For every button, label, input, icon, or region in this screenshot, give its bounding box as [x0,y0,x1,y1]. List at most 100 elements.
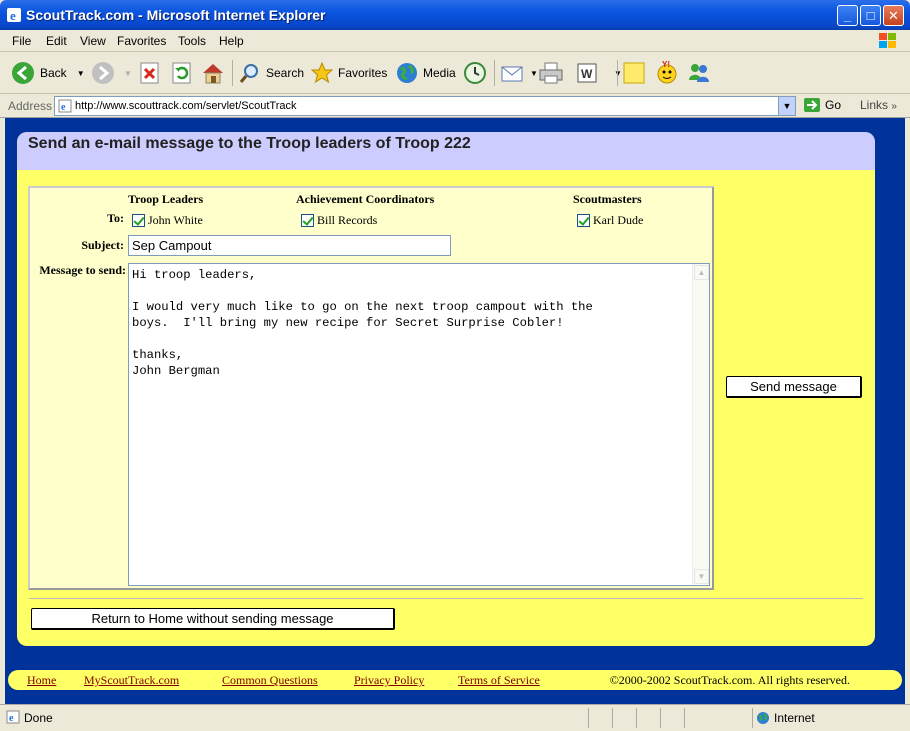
status-text: Done [24,711,53,725]
svg-text:e: e [10,8,16,23]
discuss-button[interactable] [622,60,650,86]
footer-link-privacy-policy[interactable]: Privacy Policy [354,673,424,688]
status-divider [660,708,661,728]
message-scrollbar[interactable]: ▲ ▼ [692,264,709,585]
message-body: Hi troop leaders, I would very much like… [132,268,593,378]
back-dropdown-icon[interactable]: ▼ [77,69,85,78]
address-bar: Address e http://www.scouttrack.com/serv… [0,94,910,118]
internet-globe-icon [757,712,769,724]
address-input[interactable]: e http://www.scouttrack.com/servlet/Scou… [54,96,796,116]
page-viewport: Send an e-mail message to the Troop lead… [5,118,905,704]
footer-link-terms-of-service[interactable]: Terms of Service [458,673,540,688]
divider [29,598,863,599]
edit-button[interactable]: W ▼ [576,60,622,86]
menu-edit[interactable]: Edit [46,34,67,48]
footer-link-home[interactable]: Home [27,673,56,688]
go-button[interactable]: Go [803,97,841,113]
return-home-button[interactable]: Return to Home without sending message [31,608,395,630]
to-label: To: [107,211,124,225]
windows-flag-icon [879,33,896,48]
chevron-right-icon: » [891,101,897,112]
mail-icon [501,66,523,82]
ie-logo-icon: e [7,8,21,23]
history-button[interactable] [462,60,492,86]
scroll-down-icon[interactable]: ▼ [694,569,709,584]
svg-text:W: W [581,67,593,81]
msn-messenger-button[interactable] [686,60,716,86]
window-titlebar: e ScoutTrack.com - Microsoft Internet Ex… [0,0,910,30]
media-button[interactable]: Media [395,60,456,86]
column-scoutmasters: Scoutmasters [573,192,642,206]
star-icon [310,61,334,84]
menu-tools[interactable]: Tools [178,34,206,48]
subject-input[interactable]: Sep Campout [128,235,451,256]
message-textarea[interactable]: Hi troop leaders, I would very much like… [128,263,710,586]
mail-dropdown-icon[interactable]: ▼ [530,69,538,78]
menu-file[interactable]: File [12,34,31,48]
email-card: Send an e-mail message to the Troop lead… [17,132,875,646]
recipient-bill-records[interactable]: Bill Records [301,213,377,228]
scroll-up-icon[interactable]: ▲ [694,265,709,280]
footer-link-myscouttrack[interactable]: MyScoutTrack.com [84,673,179,688]
msn-buddies-icon [689,64,709,82]
home-button[interactable] [200,60,230,86]
address-url: http://www.scouttrack.com/servlet/ScoutT… [75,100,297,112]
back-button[interactable]: Back ▼ [10,60,85,86]
close-button[interactable]: ✕ [883,5,904,26]
search-icon [239,64,258,83]
stop-icon [140,62,159,84]
menu-view[interactable]: View [80,34,106,48]
footer-link-common-questions[interactable]: Common Questions [222,673,318,688]
copyright: ©2000-2002 ScoutTrack.com. All rights re… [609,673,850,687]
address-label: Address [8,99,53,113]
footer: Home MyScoutTrack.com Common Questions P… [8,670,902,690]
checkbox-checked-icon[interactable] [132,214,145,227]
refresh-button[interactable] [170,60,198,86]
refresh-icon [172,62,191,84]
links-toolbar[interactable]: Links » [860,98,897,112]
stop-button[interactable] [138,60,166,86]
subject-label: Subject: [81,238,124,252]
menu-help[interactable]: Help [219,34,244,48]
search-button[interactable]: Search [238,60,304,86]
sticky-note-icon [623,62,645,84]
status-divider [612,708,613,728]
toolbar-separator [494,60,495,86]
recipient-john-white[interactable]: John White [132,213,203,228]
toolbar: Back ▼ ▼ Search Favorites Media ▼ W ▼ [0,52,910,94]
svg-text:e: e [61,102,66,113]
window-title: ScoutTrack.com - Microsoft Internet Expl… [26,7,326,23]
forward-arrow-icon [92,62,114,84]
page-icon: e [58,99,72,113]
page-done-icon: e [6,710,20,724]
svg-text:e: e [9,713,14,724]
svg-text:Y!: Y! [662,60,670,69]
send-message-button[interactable]: Send message [726,376,862,398]
toolbar-separator [232,60,233,86]
printer-icon [539,62,563,84]
maximize-button[interactable]: □ [860,5,881,26]
message-label: Message to send: [39,263,126,277]
favorites-button[interactable]: Favorites [310,60,387,86]
history-icon [464,62,486,84]
security-zone: Internet [774,711,815,725]
go-arrow-icon [804,98,820,112]
page-title: Send an e-mail message to the Troop lead… [28,135,471,152]
mail-button[interactable]: ▼ [500,60,538,86]
minimize-button[interactable]: _ [837,5,858,26]
recipient-karl-dude[interactable]: Karl Dude [577,213,643,228]
forward-button[interactable]: ▼ [90,60,132,86]
print-button[interactable] [538,60,568,86]
messenger-button[interactable]: Y! [654,60,684,86]
column-troop-leaders: Troop Leaders [128,192,204,206]
status-bar: e Done Internet [0,704,910,731]
card-header: Send an e-mail message to the Troop lead… [17,132,875,170]
checkbox-checked-icon[interactable] [577,214,590,227]
media-globe-icon [397,63,417,83]
address-dropdown-icon[interactable]: ▼ [778,97,795,115]
back-arrow-icon [12,62,34,84]
checkbox-checked-icon[interactable] [301,214,314,227]
menu-bar: File Edit View Favorites Tools Help [0,30,910,52]
menu-favorites[interactable]: Favorites [117,34,166,48]
column-achievement-coordinators: Achievement Coordinators [296,192,435,206]
